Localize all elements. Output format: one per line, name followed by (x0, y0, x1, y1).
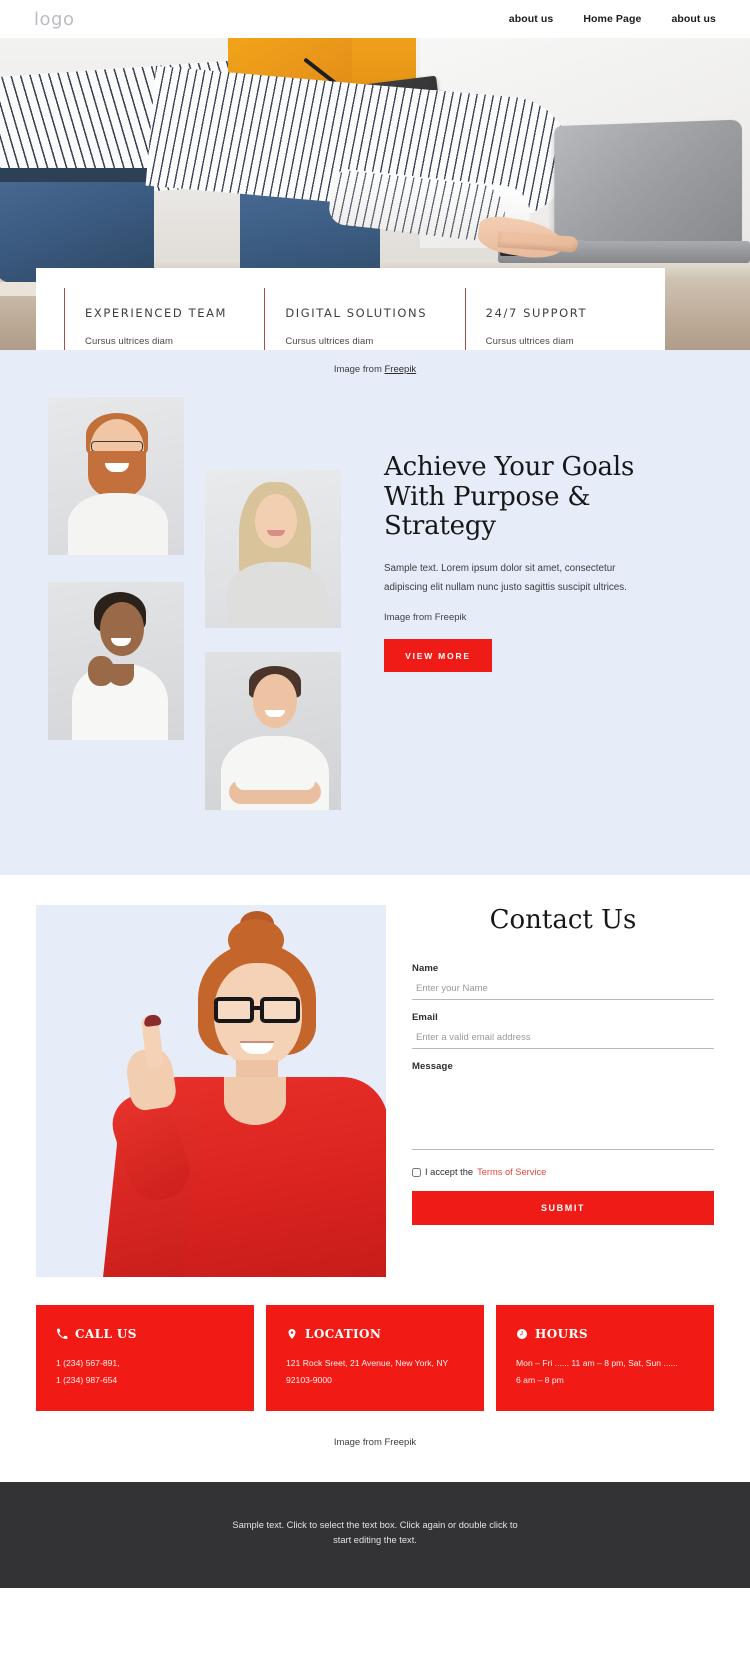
info-card-line: 6 am – 8 pm (516, 1374, 564, 1385)
feature-subtitle: Cursus ultrices diam (485, 335, 574, 347)
feature-title: 24/7 SUPPORT (485, 305, 588, 320)
feature-title: EXPERIENCED TEAM (85, 305, 228, 320)
nav-item-about-us-2[interactable]: about us (671, 13, 716, 25)
accept-terms-checkbox[interactable] (412, 1167, 421, 1177)
phone-icon (56, 1328, 68, 1340)
info-card-title: HOURS (535, 1327, 588, 1341)
contact-photo-pointing-woman (36, 905, 386, 1277)
field-message: Message (412, 1061, 714, 1155)
team-heading: Achieve Your Goals With Purpose & Strate… (384, 452, 635, 542)
contact-section: Contact Us Name Email Message I accept t… (0, 875, 750, 1482)
info-card-header: HOURS (516, 1327, 694, 1341)
contact-info-cards: CALL US 1 (234) 567-891, 1 (234) 987-654… (0, 1277, 750, 1411)
team-photo-young-man (205, 652, 341, 810)
info-card-line: 1 (234) 987-654 (56, 1374, 118, 1385)
team-section: Image from Freepik Achieve Your Goals Wi… (0, 350, 750, 875)
team-copy-block: Achieve Your Goals With Purpose & Strate… (384, 452, 684, 673)
feature-card-digital-solutions: DIGITAL SOLUTIONS Cursus ultrices diam (264, 288, 464, 350)
team-photo-bearded-man (48, 397, 184, 555)
feature-highlights-band: EXPERIENCED TEAM Cursus ultrices diam DI… (36, 268, 665, 350)
info-card-header: CALL US (56, 1327, 234, 1341)
field-name: Name (412, 963, 714, 1000)
terms-of-service-link[interactable]: Terms of Service (477, 1167, 546, 1177)
feature-subtitle: Cursus ultrices diam (285, 335, 374, 347)
info-card-title: LOCATION (305, 1327, 382, 1341)
message-textarea[interactable] (412, 1076, 714, 1150)
main-navigation: about us Home Page about us (509, 13, 716, 25)
team-paragraph: Sample text. Lorem ipsum dolor sit amet,… (384, 562, 627, 594)
info-card-hours: HOURS Mon – Fri ...... 11 am – 8 pm, Sat… (496, 1305, 714, 1411)
submit-button[interactable]: SUBMIT (412, 1191, 714, 1225)
contact-form: Contact Us Name Email Message I accept t… (386, 905, 714, 1277)
email-input[interactable] (412, 1029, 714, 1049)
logo[interactable]: logo (34, 9, 74, 30)
feature-title: DIGITAL SOLUTIONS (285, 305, 428, 320)
location-pin-icon (286, 1328, 298, 1340)
info-card-line: 1 (234) 567-891, (56, 1358, 120, 1368)
accept-terms-row: I accept the Terms of Service (412, 1167, 714, 1177)
accept-terms-text: I accept the (425, 1167, 474, 1177)
feature-subtitle: Cursus ultrices diam (85, 335, 174, 347)
info-card-title: CALL US (75, 1327, 137, 1341)
nav-item-home-page[interactable]: Home Page (583, 13, 641, 25)
email-label: Email (412, 1012, 438, 1023)
name-label: Name (412, 963, 439, 974)
view-more-button[interactable]: VIEW MORE (384, 639, 492, 673)
nav-item-about-us-1[interactable]: about us (509, 13, 554, 25)
hero-image-attribution: Image from Freepik (0, 350, 750, 375)
message-label: Message (412, 1061, 453, 1072)
bottom-image-attribution: Image from Freepik (0, 1411, 750, 1482)
team-photo-smiling-woman (48, 582, 184, 740)
info-card-location: LOCATION 121 Rock Sreet, 21 Avenue, New … (266, 1305, 484, 1411)
team-photo-blonde-woman (205, 470, 341, 628)
attribution-prefix: Image from (333, 1437, 385, 1448)
site-footer: Sample text. Click to select the text bo… (0, 1482, 750, 1588)
field-email: Email (412, 1012, 714, 1049)
contact-heading: Contact Us (489, 905, 637, 935)
name-input[interactable] (412, 980, 714, 1000)
info-card-line: 92103-9000 (286, 1374, 332, 1385)
site-header: logo about us Home Page about us (0, 0, 750, 38)
info-card-call-us: CALL US 1 (234) 567-891, 1 (234) 987-654 (36, 1305, 254, 1411)
clock-icon (516, 1328, 528, 1340)
info-card-line: 121 Rock Sreet, 21 Avenue, New York, NY (286, 1358, 449, 1368)
freepik-link[interactable]: Freepik (385, 1437, 417, 1448)
freepik-link[interactable]: Freepik (435, 612, 467, 623)
attribution-prefix: Image from (384, 612, 435, 624)
team-image-attribution: Image from Freepik (384, 612, 684, 623)
info-card-line: Mon – Fri ...... 11 am – 8 pm, Sat, Sun … (516, 1358, 678, 1368)
footer-text: Sample text. Click to select the text bo… (232, 1520, 518, 1545)
freepik-link[interactable]: Freepik (385, 364, 417, 375)
hero-section: EXPERIENCED TEAM Cursus ultrices diam DI… (0, 38, 750, 350)
info-card-header: LOCATION (286, 1327, 464, 1341)
attribution-prefix: Image from (333, 364, 385, 375)
feature-card-experienced-team: EXPERIENCED TEAM Cursus ultrices diam (64, 288, 264, 350)
feature-card-247-support: 24/7 SUPPORT Cursus ultrices diam (464, 288, 665, 350)
